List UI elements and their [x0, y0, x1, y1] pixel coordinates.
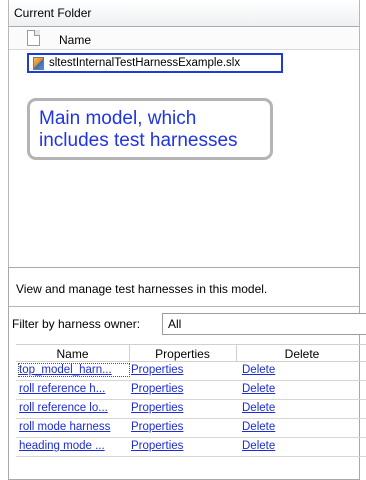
properties-link[interactable]: Properties	[131, 402, 231, 414]
harness-manager-dialog: View and manage test harnesses in this m…	[8, 267, 366, 480]
table-header: Name Properties Delete	[16, 344, 366, 362]
delete-link[interactable]: Delete	[242, 421, 342, 433]
harness-table: Name Properties Delete top_model_harn...…	[16, 344, 366, 457]
table-row: heading mode ... Properties Delete	[16, 438, 366, 457]
properties-link[interactable]: Properties	[131, 364, 231, 376]
dialog-description: View and manage test harnesses in this m…	[16, 282, 268, 296]
delete-link[interactable]: Delete	[242, 402, 342, 414]
harness-name-link[interactable]: roll reference h...	[19, 383, 129, 395]
delete-link[interactable]: Delete	[242, 383, 342, 395]
callout-line-1: Main model, which	[39, 108, 197, 129]
annotation-callout: Main model, which includes test harnesse…	[27, 98, 273, 160]
properties-link[interactable]: Properties	[131, 440, 231, 452]
panel-title: Current Folder	[9, 0, 359, 27]
delete-link[interactable]: Delete	[242, 364, 342, 376]
properties-link[interactable]: Properties	[131, 421, 231, 433]
harness-name-link[interactable]: roll reference lo...	[19, 402, 129, 414]
table-row: top_model_harn... Properties Delete	[16, 362, 366, 381]
filter-label: Filter by harness owner:	[12, 317, 141, 331]
column-divider	[236, 345, 237, 361]
harness-name-link[interactable]: heading mode ...	[19, 440, 129, 452]
simulink-model-icon	[33, 57, 44, 70]
name-column-header[interactable]: Name	[59, 33, 91, 47]
delete-link[interactable]: Delete	[242, 440, 342, 452]
properties-link[interactable]: Properties	[131, 383, 231, 395]
model-file-name[interactable]: sltestInternalTestHarnessExample.slx	[49, 57, 240, 69]
harness-name-link[interactable]: roll mode harness	[19, 421, 129, 433]
harness-name-link[interactable]: top_model_harn...	[18, 363, 130, 377]
column-header-properties[interactable]: Properties	[129, 347, 236, 361]
callout-line-2: includes test harnesses	[39, 130, 238, 151]
table-row: roll reference h... Properties Delete	[16, 381, 366, 400]
harness-owner-filter-select[interactable]: All	[162, 313, 366, 335]
model-file-item[interactable]: sltestInternalTestHarnessExample.slx	[27, 53, 283, 73]
table-row: roll mode harness Properties Delete	[16, 419, 366, 438]
column-header-name[interactable]: Name	[16, 347, 129, 361]
file-type-icon	[27, 30, 40, 46]
column-divider	[129, 345, 130, 361]
divider	[9, 306, 359, 307]
table-row: roll reference lo... Properties Delete	[16, 400, 366, 419]
column-header-delete[interactable]: Delete	[236, 347, 366, 361]
